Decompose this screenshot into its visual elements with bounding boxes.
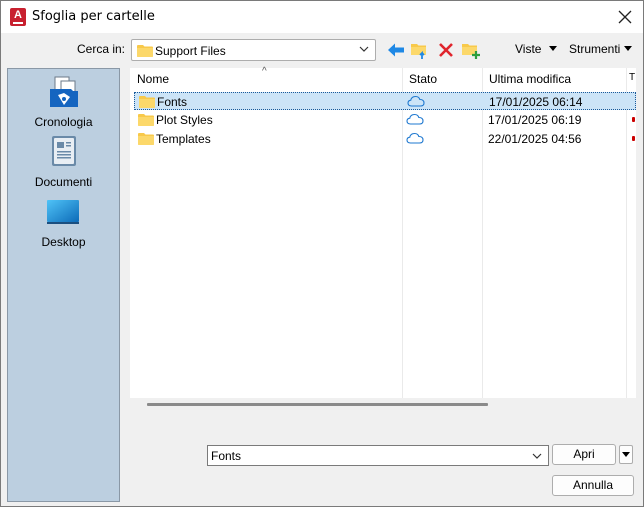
sort-ascending-icon: ^ [262, 66, 267, 77]
horizontal-scrollbar[interactable] [147, 403, 488, 406]
up-folder-button[interactable] [409, 39, 431, 61]
delete-button[interactable] [435, 39, 457, 61]
place-label: Documenti [34, 175, 93, 189]
views-dropdown-icon[interactable] [549, 46, 557, 51]
modified-date: 17/01/2025 06:14 [489, 95, 583, 109]
open-options-button[interactable] [619, 445, 633, 464]
lookin-label: Cerca in: [77, 42, 126, 56]
dialog-title: Sfoglia per cartelle [32, 9, 155, 24]
chevron-down-icon [532, 453, 542, 459]
place-label: Desktop [41, 235, 86, 249]
new-folder-icon [462, 44, 480, 59]
new-folder-button[interactable] [460, 39, 482, 61]
list-item[interactable]: Plot Styles 17/01/2025 06:19 [134, 111, 636, 129]
file-list[interactable]: ^ Nome Stato Ultima modifica T Fonts 17/… [130, 66, 636, 398]
file-list-header: ^ Nome Stato Ultima modifica T [130, 66, 636, 90]
place-history[interactable]: Cronologia [8, 73, 119, 131]
folder-icon [139, 96, 155, 108]
list-item[interactable]: Templates 22/01/2025 04:56 [134, 130, 636, 148]
title-bar: A Sfoglia per cartelle [1, 1, 643, 33]
open-button[interactable]: Apri [552, 444, 616, 465]
close-button[interactable] [615, 7, 635, 27]
cloud-icon [407, 95, 425, 107]
history-icon [50, 76, 78, 107]
folder-up-icon [411, 44, 426, 59]
file-name: Templates [156, 132, 211, 146]
lookin-value: Support Files [155, 44, 226, 58]
tools-dropdown-icon[interactable] [624, 46, 632, 51]
delete-icon [439, 43, 453, 57]
back-button[interactable] [385, 39, 407, 61]
truncated-status-mark [632, 117, 635, 122]
tools-menu[interactable]: Strumenti [569, 42, 620, 56]
place-label: Cronologia [34, 115, 93, 129]
folder-icon [138, 133, 154, 145]
dropdown-arrow-icon [622, 452, 630, 457]
cloud-icon [406, 132, 424, 144]
column-header-status[interactable]: Stato [409, 72, 437, 86]
back-arrow-icon [388, 43, 404, 57]
autocad-app-icon: A [10, 8, 26, 26]
filename-combo[interactable]: Fonts [207, 445, 549, 466]
filename-value: Fonts [211, 449, 242, 463]
cancel-button[interactable]: Annulla [552, 475, 634, 496]
file-name: Plot Styles [156, 113, 213, 127]
browse-folder-dialog: A Sfoglia per cartelle Cerca in: Support… [0, 0, 644, 507]
list-item[interactable]: Fonts 17/01/2025 06:14 [134, 92, 636, 110]
lookin-combo[interactable]: Support Files [131, 39, 376, 61]
places-bar: Cronologia Documenti Desktop [7, 68, 120, 502]
column-header-name[interactable]: Nome [137, 72, 169, 86]
place-desktop[interactable]: Desktop [8, 193, 119, 251]
folder-icon [138, 114, 154, 126]
desktop-icon [47, 200, 79, 224]
chevron-down-icon [359, 46, 369, 52]
modified-date: 17/01/2025 06:19 [488, 113, 582, 127]
close-icon [618, 10, 632, 24]
file-name: Fonts [157, 95, 188, 109]
folder-icon [137, 45, 153, 57]
place-documents[interactable]: Documenti [8, 133, 119, 191]
truncated-status-mark [632, 136, 635, 141]
cloud-icon [406, 113, 424, 125]
views-menu[interactable]: Viste [515, 42, 541, 56]
documents-icon [52, 136, 76, 166]
column-header-type-truncated[interactable]: T [629, 72, 635, 83]
column-header-modified[interactable]: Ultima modifica [489, 72, 571, 86]
modified-date: 22/01/2025 04:56 [488, 132, 582, 146]
